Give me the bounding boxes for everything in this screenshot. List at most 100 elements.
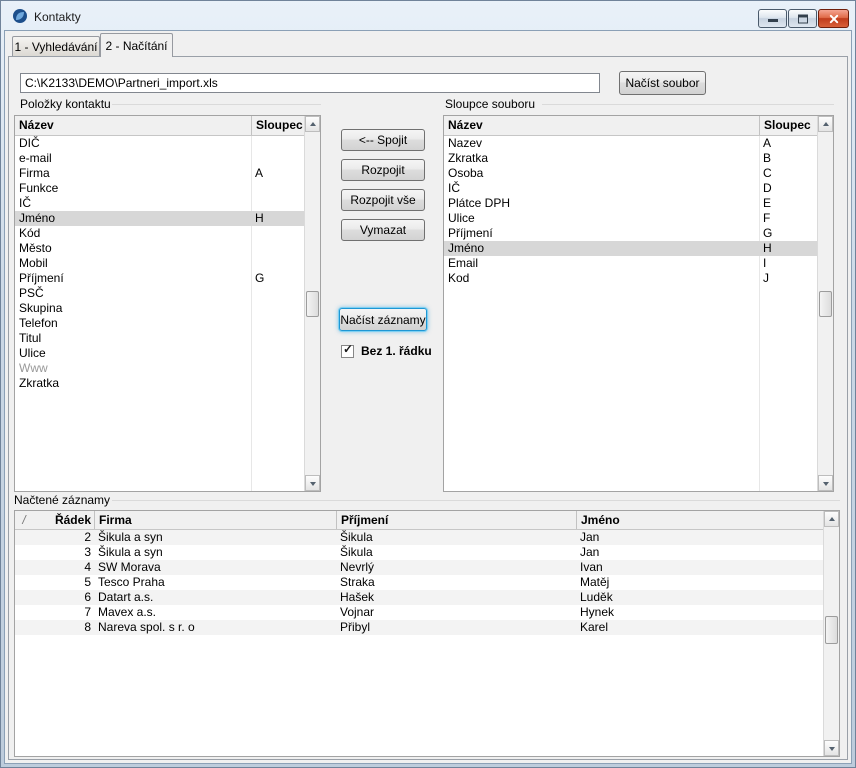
contact-item-row[interactable]: Příjmení G — [15, 271, 304, 286]
loaded-records-header: / Řádek Firma Příjmení Jméno — [15, 511, 823, 530]
join-button[interactable]: <-- Spojit — [341, 129, 425, 151]
record-prijmeni: Přibyl — [340, 620, 371, 634]
scroll-thumb[interactable] — [825, 616, 838, 644]
file-column-row[interactable]: Osoba C — [444, 166, 817, 181]
scroll-down-button[interactable] — [305, 475, 320, 491]
column-header-firma[interactable]: Firma — [94, 511, 336, 529]
item-name: Jméno — [448, 241, 485, 255]
tab-vyhledavani[interactable]: 1 - Vyhledávání — [12, 36, 100, 56]
window-title: Kontakty — [34, 10, 81, 24]
maximize-button[interactable] — [788, 9, 817, 28]
scroll-up-button[interactable] — [305, 116, 320, 132]
column-header-nazev[interactable]: Název — [15, 116, 251, 135]
file-column-row[interactable]: Příjmení G — [444, 226, 817, 241]
load-records-button[interactable]: Načíst záznamy — [339, 308, 427, 331]
item-column — [251, 196, 304, 211]
record-row-number: 8 — [84, 620, 91, 634]
scroll-up-button[interactable] — [818, 116, 833, 132]
group-divider — [542, 104, 834, 105]
contact-item-row[interactable]: PSČ — [15, 286, 304, 301]
record-row[interactable]: 4 SW Morava Nevrlý Ivan — [15, 560, 823, 575]
item-name: Email — [448, 256, 479, 270]
column-header-jmeno[interactable]: Jméno — [576, 511, 823, 529]
file-column-row[interactable]: Ulice F — [444, 211, 817, 226]
record-row[interactable]: 3 Šikula a syn Šikula Jan — [15, 545, 823, 560]
record-jmeno: Jan — [580, 545, 600, 559]
file-column-row[interactable]: IČ D — [444, 181, 817, 196]
record-row[interactable]: 8 Nareva spol. s r. o Přibyl Karel — [15, 620, 823, 635]
column-header-prijmeni[interactable]: Příjmení — [336, 511, 576, 529]
item-column — [251, 376, 304, 391]
record-row[interactable]: 5 Tesco Praha Straka Matěj — [15, 575, 823, 590]
item-column — [251, 256, 304, 271]
item-column — [251, 181, 304, 196]
file-columns-table: Název Sloupec Nazev A Zkratka B Osoba C IČ D Plá… — [443, 115, 834, 492]
unjoin-button[interactable]: Rozpojit — [341, 159, 425, 181]
tab-nacitani[interactable]: 2 - Načítání — [100, 33, 173, 57]
contact-item-row[interactable]: DIČ — [15, 136, 304, 151]
load-file-button[interactable]: Načíst soubor — [619, 71, 706, 95]
file-column-row[interactable]: Nazev A — [444, 136, 817, 151]
item-column — [251, 346, 304, 361]
record-row[interactable]: 6 Datart a.s. Hašek Luděk — [15, 590, 823, 605]
contact-item-row[interactable]: Titul — [15, 331, 304, 346]
scroll-thumb[interactable] — [819, 291, 832, 317]
scroll-up-button[interactable] — [824, 511, 839, 527]
scroll-down-button[interactable] — [824, 740, 839, 756]
contact-item-row[interactable]: Jméno H — [15, 211, 304, 226]
contact-item-row[interactable]: Skupina — [15, 301, 304, 316]
column-header-radek[interactable]: Řádek — [33, 511, 94, 529]
contact-item-row[interactable]: Město — [15, 241, 304, 256]
contact-item-row[interactable]: e-mail — [15, 151, 304, 166]
item-name: Příjmení — [448, 226, 493, 240]
record-jmeno: Matěj — [580, 575, 610, 589]
item-name: Ulice — [19, 346, 46, 360]
contact-item-row[interactable]: Ulice — [15, 346, 304, 361]
contact-item-row[interactable]: Mobil — [15, 256, 304, 271]
record-row-number: 7 — [84, 605, 91, 619]
file-column-row[interactable]: Kod J — [444, 271, 817, 286]
scrollbar[interactable] — [304, 116, 320, 491]
item-name: IČ — [448, 181, 460, 195]
contact-item-row[interactable]: Funkce — [15, 181, 304, 196]
record-row[interactable]: 2 Šikula a syn Šikula Jan — [15, 530, 823, 545]
loaded-records-rows: 2 Šikula a syn Šikula Jan 3 Šikula a syn Šikul… — [15, 530, 823, 756]
column-header-nazev[interactable]: Název — [444, 116, 759, 135]
scroll-thumb[interactable] — [306, 291, 319, 317]
item-name: Telefon — [19, 316, 58, 330]
record-firma: SW Morava — [98, 560, 161, 574]
close-button[interactable] — [818, 9, 849, 28]
contact-item-row[interactable]: Zkratka — [15, 376, 304, 391]
item-column: A — [255, 166, 264, 180]
sort-cell — [15, 605, 33, 620]
file-columns-header: Název Sloupec — [444, 116, 817, 136]
scroll-down-button[interactable] — [818, 475, 833, 491]
skip-first-row-checkbox[interactable]: ✓ — [341, 342, 354, 358]
column-header-sloupec[interactable]: Sloupec — [251, 116, 304, 135]
file-column-row[interactable]: Zkratka B — [444, 151, 817, 166]
scrollbar[interactable] — [823, 511, 839, 756]
contact-item-row[interactable]: Www — [15, 361, 304, 376]
item-column: B — [763, 151, 772, 165]
contact-item-row[interactable]: Kód — [15, 226, 304, 241]
contact-item-row[interactable]: IČ — [15, 196, 304, 211]
file-column-row[interactable]: Plátce DPH E — [444, 196, 817, 211]
file-column-row[interactable]: Jméno H — [444, 241, 817, 256]
unjoin-all-button[interactable]: Rozpojit vše — [341, 189, 425, 211]
contact-item-row[interactable]: Telefon — [15, 316, 304, 331]
sort-cell — [15, 560, 33, 575]
item-name: Kód — [19, 226, 41, 240]
item-column: J — [763, 271, 769, 285]
item-name: IČ — [19, 196, 31, 210]
scrollbar[interactable] — [817, 116, 833, 491]
file-column-row[interactable]: Email I — [444, 256, 817, 271]
record-firma: Datart a.s. — [98, 590, 154, 604]
minimize-button[interactable] — [758, 9, 787, 28]
sort-indicator-icon[interactable]: / — [15, 511, 33, 529]
column-header-sloupec[interactable]: Sloupec — [759, 116, 817, 135]
contact-item-row[interactable]: Firma A — [15, 166, 304, 181]
record-row[interactable]: 7 Mavex a.s. Vojnar Hynek — [15, 605, 823, 620]
record-firma: Šikula a syn — [98, 545, 163, 559]
clear-button[interactable]: Vymazat — [341, 219, 425, 241]
file-path-input[interactable] — [20, 73, 600, 93]
